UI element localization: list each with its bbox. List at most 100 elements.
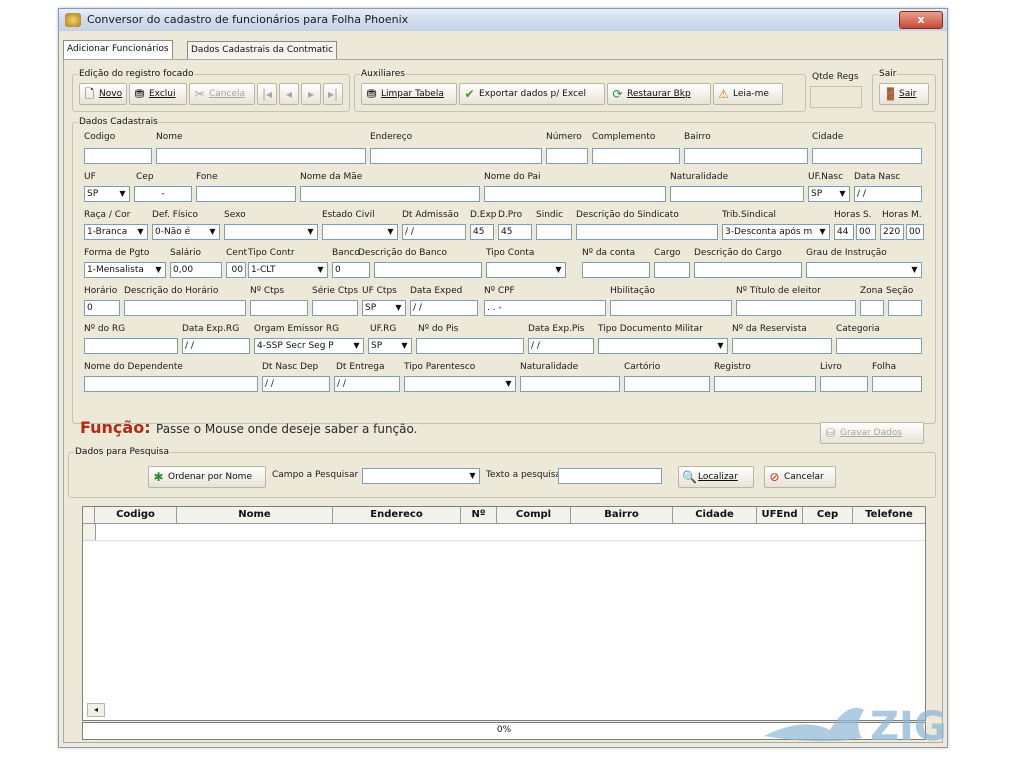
col-header-codigo[interactable]: Codigo	[95, 507, 177, 524]
scroll-left-button[interactable]: ◂	[87, 703, 105, 717]
limpar-tabela-button[interactable]: ⛃ Limpar Tabela	[361, 83, 457, 105]
orgao-emissor-select[interactable]: 4-SSP Secr Seg P ▼	[254, 338, 364, 354]
registro-input[interactable]	[714, 376, 816, 392]
n-conta-input[interactable]	[582, 262, 650, 278]
campo-pesquisar-select[interactable]: ▼	[362, 468, 480, 484]
horario-input[interactable]: 0	[84, 300, 120, 316]
col-header-ufend[interactable]: UFEnd	[757, 507, 803, 524]
numero-input[interactable]	[546, 148, 588, 164]
tipo-doc-militar-select[interactable]: ▼	[598, 338, 728, 354]
cancelar-pesquisa-button[interactable]: ⊘ Cancelar	[764, 466, 836, 488]
banco-input[interactable]: 0	[332, 262, 370, 278]
fone-input[interactable]	[196, 186, 296, 202]
cartorio-input[interactable]	[624, 376, 710, 392]
n-rg-input[interactable]	[84, 338, 178, 354]
categoria-input[interactable]	[836, 338, 922, 354]
trib-sindical-select[interactable]: 3-Desconta após m ▼	[722, 224, 830, 240]
raca-select[interactable]: 1-Branca ▼	[84, 224, 148, 240]
horas-m-input[interactable]: 220	[880, 224, 904, 240]
forma-pgto-select[interactable]: 1-Mensalista ▼	[84, 262, 166, 278]
nome-input[interactable]	[156, 148, 366, 164]
exportar-excel-button[interactable]: ✔ Exportar dados p/ Excel	[459, 83, 605, 105]
tipo-parentesco-select[interactable]: ▼	[404, 376, 516, 392]
d-exp-input[interactable]: 45	[470, 224, 494, 240]
naturalidade-dep-input[interactable]	[520, 376, 620, 392]
nome-mae-input[interactable]	[300, 186, 480, 202]
estado-civil-select[interactable]: ▼	[322, 224, 398, 240]
grau-instrucao-select[interactable]: ▼	[806, 262, 922, 278]
tab-adicionar-funcionarios[interactable]: Adicionar Funcionários	[63, 40, 173, 60]
col-header-compl[interactable]: Compl	[497, 507, 571, 524]
cidade-input[interactable]	[812, 148, 922, 164]
gravar-dados-button[interactable]: ⛁ Gravar Dados	[820, 422, 924, 444]
sexo-select[interactable]: ▼	[224, 224, 318, 240]
n-reservista-input[interactable]	[732, 338, 832, 354]
cep-input[interactable]: -	[134, 186, 192, 202]
table-row[interactable]	[95, 524, 925, 541]
tipo-contr-select[interactable]: 1-CLT ▼	[248, 262, 328, 278]
col-header-bairro[interactable]: Bairro	[571, 507, 673, 524]
habilitacao-input[interactable]	[610, 300, 732, 316]
data-exp-rg-input[interactable]: / /	[182, 338, 250, 354]
zona-input[interactable]	[860, 300, 884, 316]
folha-input[interactable]	[872, 376, 922, 392]
close-button[interactable]: x	[899, 11, 943, 29]
codigo-input[interactable]	[84, 148, 152, 164]
tab-dados-contmatic[interactable]: Dados Cadastrais da Contmatic	[187, 41, 338, 59]
texto-pesquisar-input[interactable]	[558, 468, 662, 484]
excluir-button[interactable]: ⛃ Exclui	[129, 83, 187, 105]
desc-banco-input[interactable]	[374, 262, 482, 278]
naturalidade-input[interactable]	[670, 186, 804, 202]
cancela-button[interactable]: ✂ Cancela	[189, 83, 255, 105]
sindic-input[interactable]	[536, 224, 572, 240]
complemento-input[interactable]	[592, 148, 680, 164]
nome-dependente-input[interactable]	[84, 376, 258, 392]
col-header-cep[interactable]: Cep	[803, 507, 853, 524]
def-fisico-select[interactable]: 0-Não é ▼	[152, 224, 220, 240]
serie-ctps-input[interactable]	[312, 300, 358, 316]
d-pro-input[interactable]: 45	[498, 224, 532, 240]
bairro-input[interactable]	[684, 148, 808, 164]
data-exped-input[interactable]: / /	[410, 300, 478, 316]
nome-pai-input[interactable]	[484, 186, 666, 202]
desc-sindicato-input[interactable]	[576, 224, 718, 240]
endereco-input[interactable]	[370, 148, 542, 164]
uf-select[interactable]: SP ▼	[84, 186, 130, 202]
salario-input[interactable]: 0,00	[170, 262, 222, 278]
uf-nasc-select[interactable]: SP ▼	[808, 186, 850, 202]
dt-nasc-dep-input[interactable]: / /	[262, 376, 330, 392]
data-exp-pis-input[interactable]: / /	[528, 338, 594, 354]
dt-entrega-input[interactable]: / /	[334, 376, 400, 392]
cargo-input[interactable]	[654, 262, 690, 278]
ordenar-nome-button[interactable]: ✱ Ordenar por Nome	[148, 466, 266, 488]
horas-s-min-input[interactable]: 00	[856, 224, 876, 240]
horas-s-input[interactable]: 44	[834, 224, 854, 240]
livro-input[interactable]	[820, 376, 868, 392]
next-record-button[interactable]: ▸	[301, 83, 321, 105]
col-header-cidade[interactable]: Cidade	[673, 507, 757, 524]
restaurar-bkp-button[interactable]: ⟳ Restaurar Bkp	[607, 83, 711, 105]
n-ctps-input[interactable]	[250, 300, 308, 316]
leia-me-button[interactable]: ⚠ Leia-me	[713, 83, 783, 105]
localizar-button[interactable]: 🔍 Localizar	[678, 466, 754, 488]
uf-rg-select[interactable]: SP ▼	[368, 338, 412, 354]
data-nasc-input[interactable]: / /	[854, 186, 922, 202]
novo-button[interactable]: 🗋 Novo	[79, 83, 127, 105]
last-record-button[interactable]: ▸|	[323, 83, 343, 105]
n-cpf-input[interactable]: . . -	[484, 300, 606, 316]
secao-input[interactable]	[888, 300, 922, 316]
tipo-conta-select[interactable]: ▼	[486, 262, 566, 278]
cent-input[interactable]: 00	[226, 262, 246, 278]
dt-admissao-input[interactable]: / /	[402, 224, 466, 240]
col-header-numero[interactable]: Nº	[461, 507, 497, 524]
first-record-button[interactable]: |◂	[257, 83, 277, 105]
col-header-endereco[interactable]: Endereco	[333, 507, 461, 524]
col-header-nome[interactable]: Nome	[177, 507, 333, 524]
col-header-telefone[interactable]: Telefone	[853, 507, 925, 524]
uf-ctps-select[interactable]: SP ▼	[362, 300, 406, 316]
desc-cargo-input[interactable]	[694, 262, 802, 278]
titulo-eleitor-input[interactable]	[736, 300, 856, 316]
desc-horario-input[interactable]	[124, 300, 246, 316]
prev-record-button[interactable]: ◂	[279, 83, 299, 105]
sair-button[interactable]: 🚪 Sair	[879, 83, 929, 105]
